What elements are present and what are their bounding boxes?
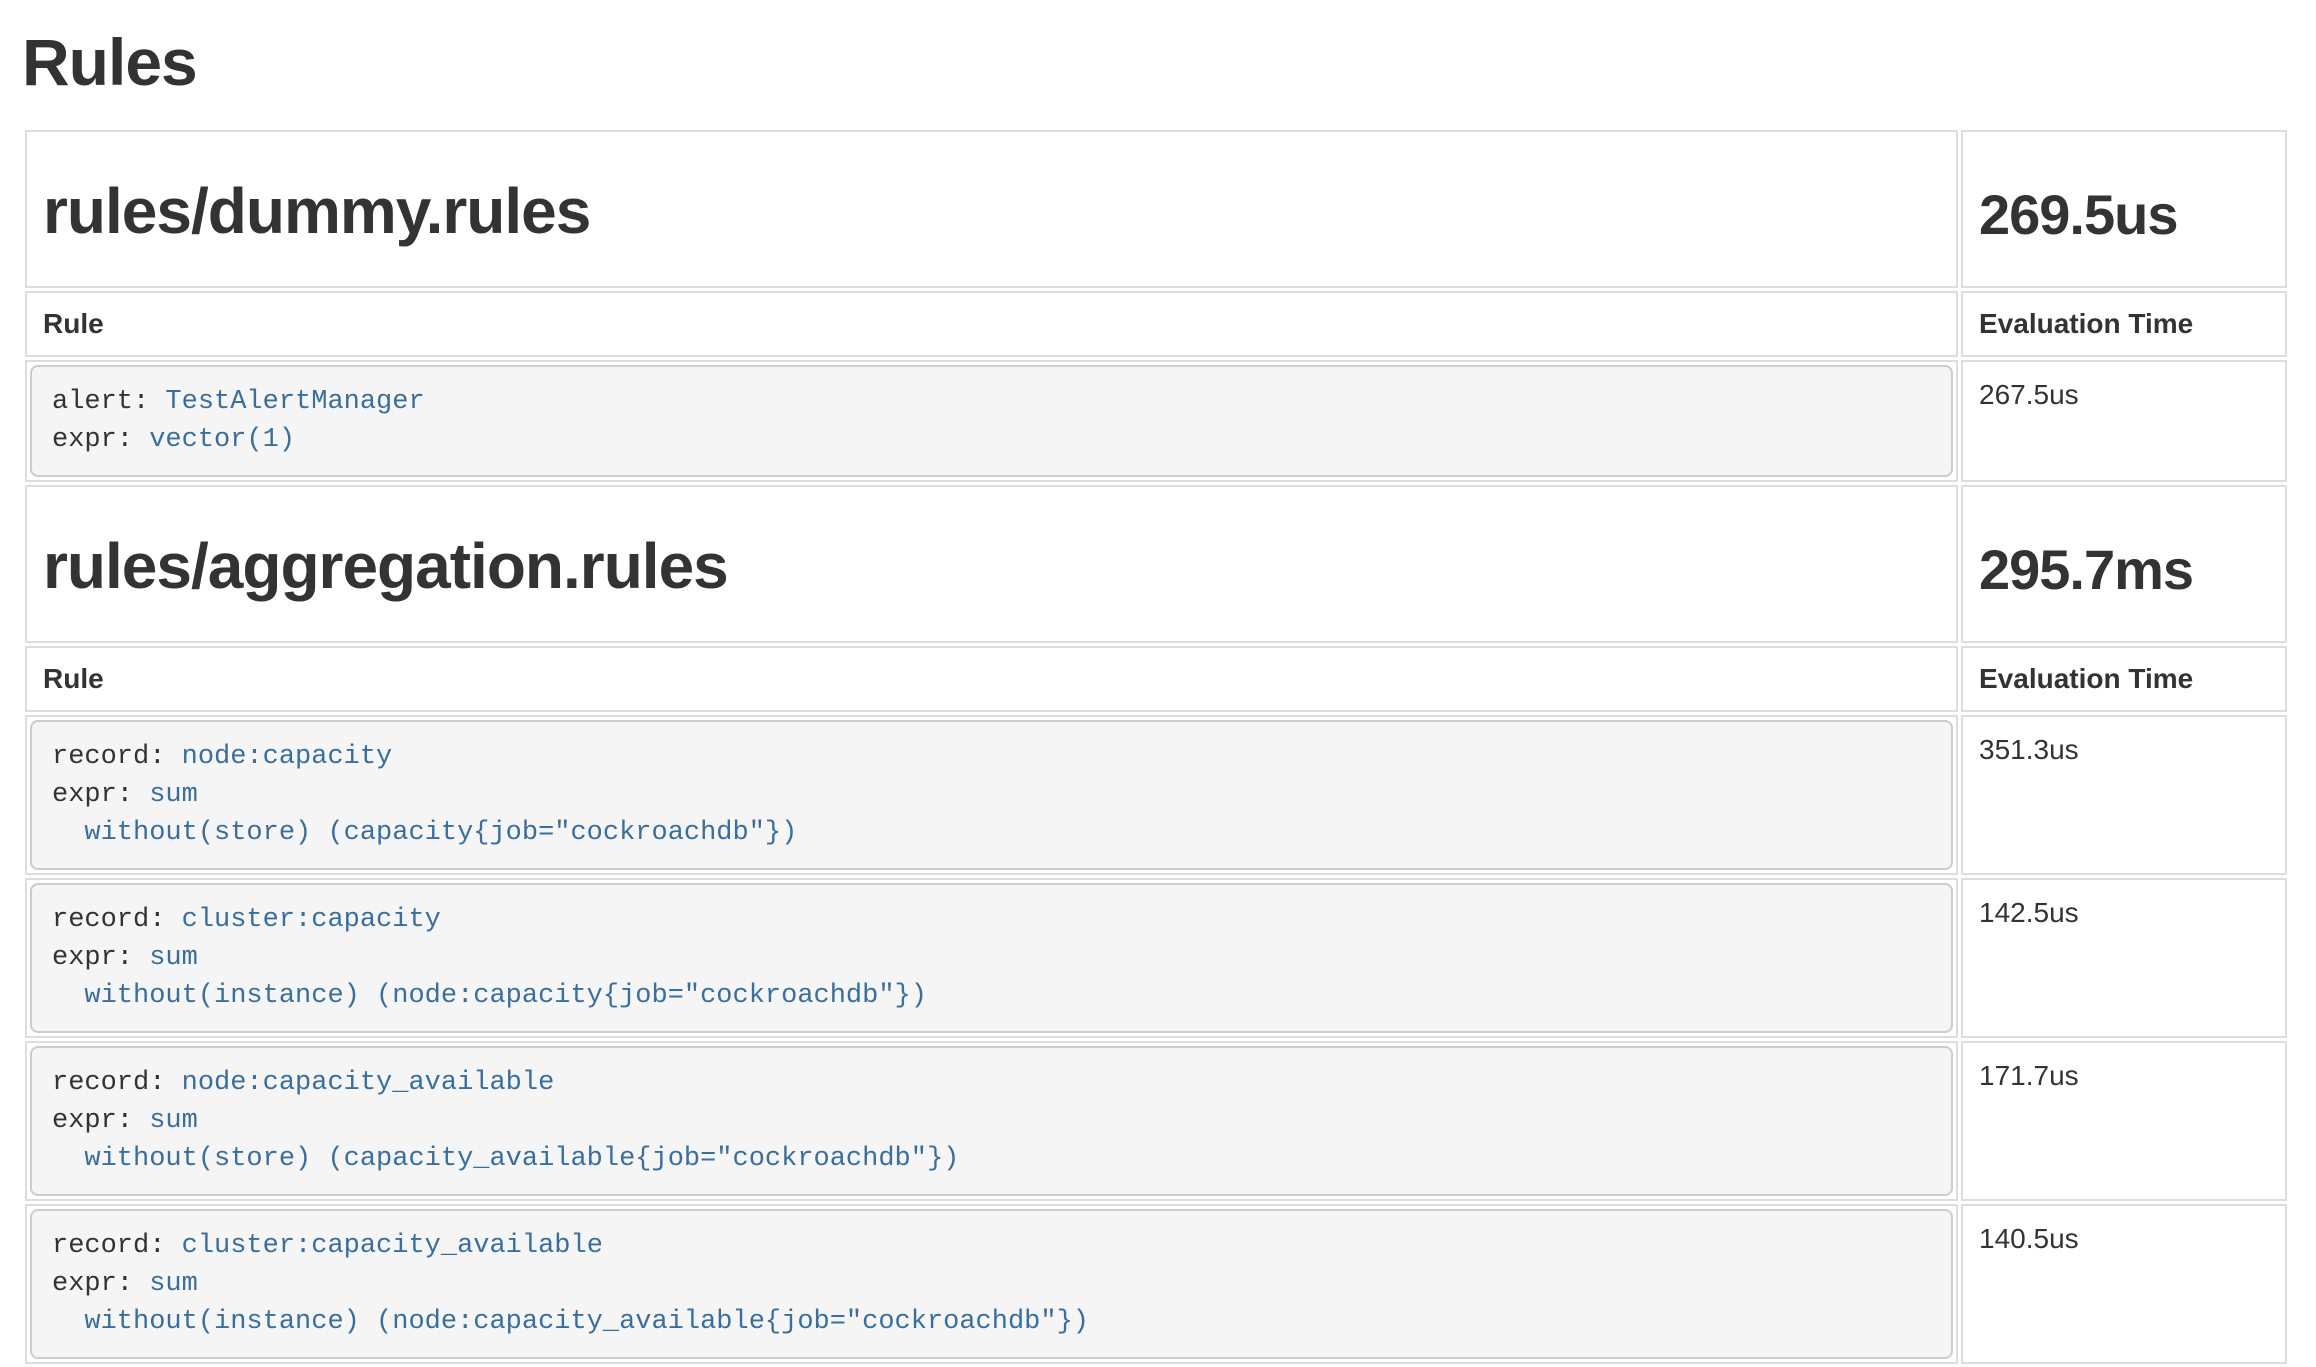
rule-keyword: record: bbox=[52, 1231, 182, 1261]
expr-keyword: expr: bbox=[52, 780, 149, 810]
evaluation-time-column-header: Evaluation Time bbox=[1961, 646, 2287, 712]
rule-group-name: rules/aggregation.rules bbox=[43, 530, 728, 602]
expr-keyword: expr: bbox=[52, 1106, 149, 1136]
rule-name-link[interactable]: node:capacity_available bbox=[182, 1068, 555, 1098]
rule-group-name-cell: rules/dummy.rules bbox=[25, 130, 1958, 288]
rule-name-link[interactable]: TestAlertManager bbox=[165, 387, 424, 417]
evaluation-time-column-header: Evaluation Time bbox=[1961, 291, 2287, 357]
rule-cell: record: cluster:capacity expr: sum witho… bbox=[25, 878, 1958, 1038]
expr-keyword: expr: bbox=[52, 425, 149, 455]
rule-evaluation-time: 142.5us bbox=[1961, 878, 2287, 1038]
rule-group-evaluation-time: 269.5us bbox=[1979, 183, 2178, 246]
column-header-row: Rule Evaluation Time bbox=[25, 646, 2287, 712]
column-header-row: Rule Evaluation Time bbox=[25, 291, 2287, 357]
rule-evaluation-time: 351.3us bbox=[1961, 715, 2287, 875]
rule-name-link[interactable]: node:capacity bbox=[182, 742, 393, 772]
rule-expr-link[interactable]: sum without(store) (capacity{job="cockro… bbox=[52, 780, 797, 848]
rule-keyword: alert: bbox=[52, 387, 165, 417]
rule-row: record: cluster:capacity expr: sum witho… bbox=[25, 878, 2287, 1038]
rule-definition: record: node:capacity expr: sum without(… bbox=[30, 720, 1953, 870]
rule-cell: alert: TestAlertManager expr: vector(1) bbox=[25, 360, 1958, 482]
rule-evaluation-time: 140.5us bbox=[1961, 1204, 2287, 1364]
rule-expr-link[interactable]: sum without(instance) (node:capacity_ava… bbox=[52, 1269, 1089, 1337]
rule-group-evaluation-time-cell: 295.7ms bbox=[1961, 485, 2287, 643]
rule-expr-link[interactable]: sum without(store) (capacity_available{j… bbox=[52, 1106, 959, 1174]
rule-keyword: record: bbox=[52, 742, 182, 772]
rule-definition: record: node:capacity_available expr: su… bbox=[30, 1046, 1953, 1196]
rules-table: rules/dummy.rules 269.5us Rule Evaluatio… bbox=[22, 127, 2290, 1367]
rule-expr-link[interactable]: vector(1) bbox=[149, 425, 295, 455]
rule-keyword: record: bbox=[52, 905, 182, 935]
rule-group-header-row: rules/dummy.rules 269.5us bbox=[25, 130, 2287, 288]
rule-expr-link[interactable]: sum without(instance) (node:capacity{job… bbox=[52, 943, 927, 1011]
page-title: Rules bbox=[22, 24, 2290, 100]
rule-group-evaluation-time-cell: 269.5us bbox=[1961, 130, 2287, 288]
rule-definition: alert: TestAlertManager expr: vector(1) bbox=[30, 365, 1953, 477]
rules-table-body: rules/dummy.rules 269.5us Rule Evaluatio… bbox=[25, 130, 2287, 1364]
rule-group-header-row: rules/aggregation.rules 295.7ms bbox=[25, 485, 2287, 643]
rule-keyword: record: bbox=[52, 1068, 182, 1098]
rule-column-header: Rule bbox=[25, 291, 1958, 357]
rule-name-link[interactable]: cluster:capacity bbox=[182, 905, 441, 935]
rule-column-header: Rule bbox=[25, 646, 1958, 712]
rule-cell: record: node:capacity_available expr: su… bbox=[25, 1041, 1958, 1201]
expr-keyword: expr: bbox=[52, 1269, 149, 1299]
rule-cell: record: node:capacity expr: sum without(… bbox=[25, 715, 1958, 875]
rule-row: record: cluster:capacity_available expr:… bbox=[25, 1204, 2287, 1364]
rule-row: record: node:capacity_available expr: su… bbox=[25, 1041, 2287, 1201]
rule-evaluation-time: 267.5us bbox=[1961, 360, 2287, 482]
rule-row: alert: TestAlertManager expr: vector(1) … bbox=[25, 360, 2287, 482]
expr-keyword: expr: bbox=[52, 943, 149, 973]
rule-definition: record: cluster:capacity expr: sum witho… bbox=[30, 883, 1953, 1033]
rule-definition: record: cluster:capacity_available expr:… bbox=[30, 1209, 1953, 1359]
rule-row: record: node:capacity expr: sum without(… bbox=[25, 715, 2287, 875]
rule-group-name: rules/dummy.rules bbox=[43, 175, 590, 247]
rule-name-link[interactable]: cluster:capacity_available bbox=[182, 1231, 603, 1261]
rule-cell: record: cluster:capacity_available expr:… bbox=[25, 1204, 1958, 1364]
rule-evaluation-time: 171.7us bbox=[1961, 1041, 2287, 1201]
rule-group-evaluation-time: 295.7ms bbox=[1979, 538, 2193, 601]
rule-group-name-cell: rules/aggregation.rules bbox=[25, 485, 1958, 643]
